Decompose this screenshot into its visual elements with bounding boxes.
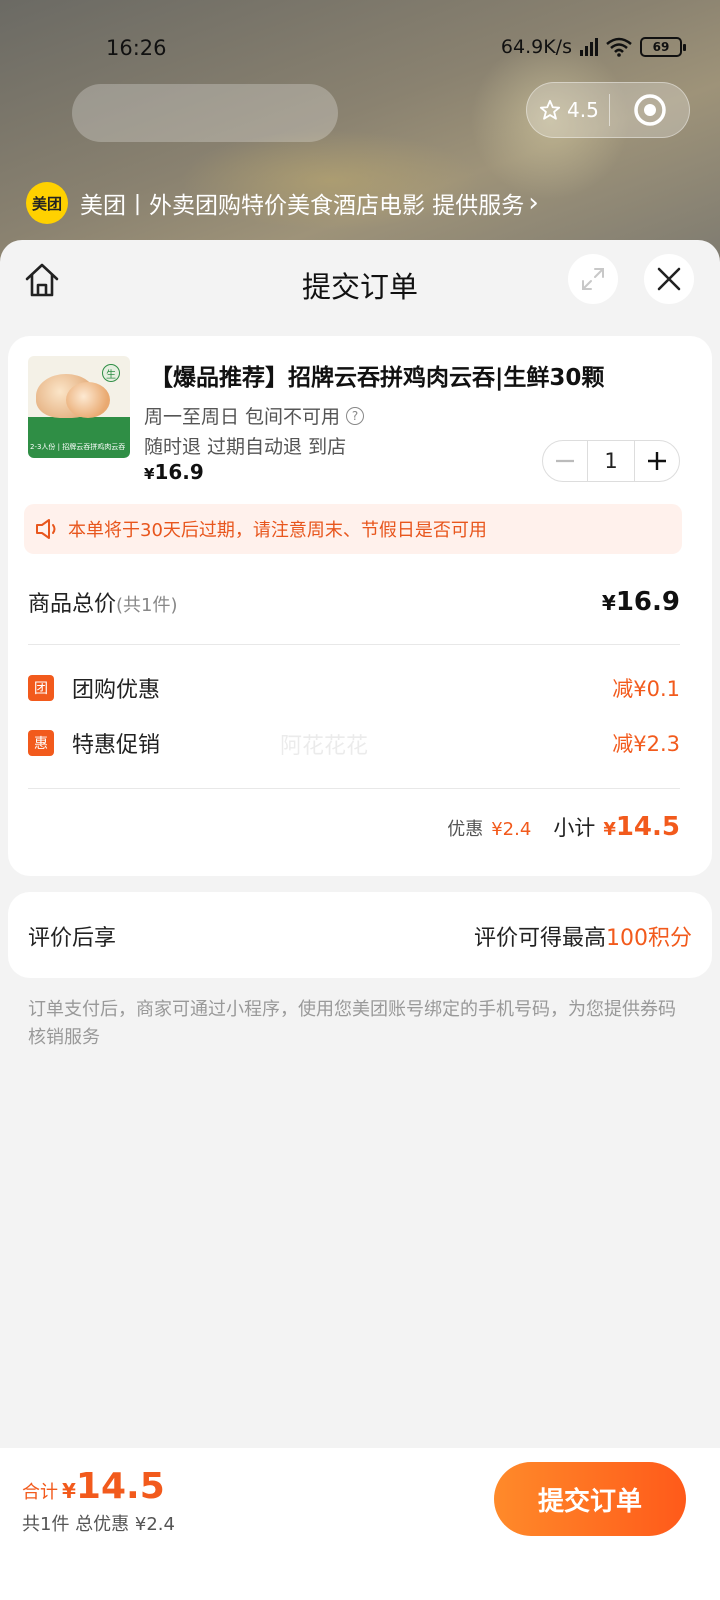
divider bbox=[28, 644, 680, 645]
order-sheet: 提交订单 生 2-3人份 | 招牌云吞拼鸡肉云吞 【爆品推荐】招牌云吞拼鸡肉云吞… bbox=[0, 240, 720, 1600]
discount-total: ¥2.4 bbox=[491, 819, 532, 840]
submit-order-button[interactable]: 提交订单 bbox=[494, 1462, 686, 1536]
expand-icon bbox=[582, 268, 604, 290]
promo-discount-value: 减¥2.3 bbox=[612, 732, 680, 756]
subtotal-value: ¥14.5 bbox=[603, 812, 680, 842]
service-provider-link[interactable]: 美团 美团丨外卖团购特价美食酒店电影 提供服务 › bbox=[26, 182, 539, 224]
plus-icon bbox=[648, 452, 666, 470]
rating-button[interactable]: 4.5 bbox=[527, 98, 609, 122]
discount-left: 团 团购优惠 bbox=[28, 672, 160, 704]
speaker-icon bbox=[36, 519, 56, 539]
goods-total-label: 商品总价 bbox=[28, 592, 117, 617]
quantity-value[interactable]: 1 bbox=[587, 440, 635, 482]
review-reward-prefix: 评价可得最高 bbox=[473, 926, 606, 951]
fresh-badge: 生 bbox=[102, 364, 120, 382]
target-icon bbox=[633, 94, 666, 126]
goods-count: (共1件) bbox=[116, 595, 178, 616]
quantity-stepper: 1 bbox=[542, 440, 680, 482]
product-refund-policy: 随时退 过期自动退 到店 bbox=[144, 436, 347, 458]
discount-row-group: 团 团购优惠 减¥0.1 bbox=[28, 672, 680, 704]
sheet-header: 提交订单 bbox=[0, 240, 720, 336]
goods-total-value: ¥16.9 bbox=[602, 587, 680, 617]
order-total-value: 14.5 bbox=[75, 1466, 165, 1507]
goods-total-amount: 16.9 bbox=[615, 587, 680, 617]
expiry-notice: 本单将于30天后过期，请注意周末、节假日是否可用 bbox=[24, 504, 682, 554]
goods-total-label-group: 商品总价(共1件) bbox=[28, 586, 178, 618]
product-title: 【爆品推荐】招牌云吞拼鸡肉云吞|生鲜30颗 bbox=[150, 365, 605, 391]
service-provider-text: 美团丨外卖团购特价美食酒店电影 提供服务 bbox=[80, 193, 525, 219]
subtotal-label: 小计 bbox=[553, 816, 596, 840]
order-total-label: 合计 bbox=[22, 1482, 58, 1503]
promo-discount-label: 特惠促销 bbox=[72, 733, 161, 758]
battery-icon: 69 bbox=[640, 37, 686, 57]
increase-button[interactable] bbox=[635, 440, 679, 482]
status-bar: 16:26 64.9K/s 69 bbox=[0, 30, 720, 70]
notice-text: 本单将于30天后过期，请注意周末、节假日是否可用 bbox=[68, 520, 487, 541]
wifi-icon bbox=[606, 37, 632, 57]
question-icon[interactable]: ? bbox=[346, 406, 365, 425]
availability-text: 周一至周日 包间不可用 bbox=[144, 406, 341, 428]
order-total-currency: ¥ bbox=[62, 1479, 76, 1503]
dumpling-graphic bbox=[66, 382, 110, 418]
discount-left: 惠 特惠促销 bbox=[28, 727, 160, 759]
product-card: 生 2-3人份 | 招牌云吞拼鸡肉云吞 【爆品推荐】招牌云吞拼鸡肉云吞|生鲜30… bbox=[8, 336, 712, 876]
chevron-right-icon: › bbox=[528, 188, 539, 218]
review-reward-card[interactable]: 评价后享 评价可得最高100积分 bbox=[8, 892, 712, 978]
divider bbox=[28, 788, 680, 789]
expand-button[interactable] bbox=[568, 254, 618, 304]
product-thumbnail[interactable]: 生 2-3人份 | 招牌云吞拼鸡肉云吞 bbox=[28, 356, 130, 458]
close-icon bbox=[657, 267, 681, 291]
minus-icon bbox=[556, 459, 574, 463]
status-indicators: 64.9K/s 69 bbox=[500, 36, 686, 58]
review-label: 评价后享 bbox=[28, 926, 117, 951]
star-icon bbox=[539, 99, 561, 120]
subtotal-amount: 14.5 bbox=[615, 812, 680, 842]
bottom-action-bar: 合计 ¥ 14.5 共1件 总优惠 ¥2.4 提交订单 bbox=[0, 1448, 720, 1600]
meituan-logo: 美团 bbox=[26, 182, 68, 224]
close-miniprogram-button[interactable] bbox=[610, 93, 689, 127]
promo-discount-tag: 惠 bbox=[28, 730, 54, 756]
rating-value: 4.5 bbox=[567, 98, 599, 122]
service-footnote: 订单支付后，商家可通过小程序，使用您美团账号绑定的手机号码，为您提供券码核销服务 bbox=[28, 999, 676, 1048]
miniprogram-capsule: 4.5 bbox=[526, 82, 690, 138]
product-availability: 周一至周日 包间不可用 ? bbox=[144, 402, 365, 429]
subtotal-row: 优惠 ¥2.4 小计 ¥14.5 bbox=[447, 812, 680, 842]
review-reward: 评价可得最高100积分 bbox=[474, 920, 692, 952]
watermark: 阿花花花 bbox=[280, 734, 369, 759]
group-discount-tag: 团 bbox=[28, 675, 54, 701]
network-speed: 64.9K/s bbox=[500, 36, 572, 58]
goods-total-row: 商品总价(共1件) ¥16.9 bbox=[28, 586, 680, 618]
order-total: 合计 ¥ 14.5 bbox=[22, 1466, 165, 1507]
decrease-button[interactable] bbox=[543, 440, 587, 482]
price-currency: ¥ bbox=[144, 465, 155, 483]
close-button[interactable] bbox=[644, 254, 694, 304]
price-value: 16.9 bbox=[154, 460, 204, 484]
group-discount-label: 团购优惠 bbox=[72, 678, 161, 703]
review-reward-points: 100积分 bbox=[606, 926, 692, 951]
status-time: 16:26 bbox=[106, 36, 167, 60]
product-price: ¥16.9 bbox=[144, 460, 204, 484]
order-total-subtext: 共1件 总优惠 ¥2.4 bbox=[22, 1514, 175, 1535]
thumbnail-caption: 2-3人份 | 招牌云吞拼鸡肉云吞 bbox=[30, 443, 126, 451]
search-pill[interactable] bbox=[72, 84, 338, 142]
goods-total-currency: ¥ bbox=[601, 591, 616, 615]
discount-label: 优惠 bbox=[447, 819, 484, 840]
group-discount-value: 减¥0.1 bbox=[612, 677, 680, 701]
signal-icon bbox=[580, 38, 598, 56]
subtotal-currency: ¥ bbox=[603, 819, 616, 840]
